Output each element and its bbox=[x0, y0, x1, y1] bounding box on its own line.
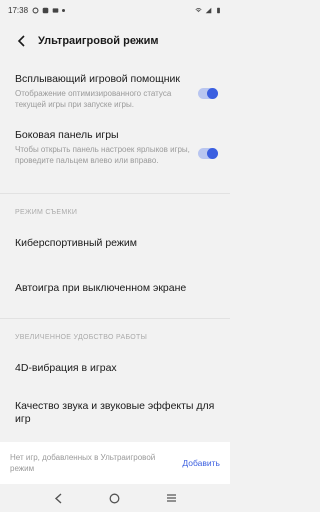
app-icon bbox=[42, 7, 49, 13]
nav-recents-button[interactable] bbox=[162, 488, 182, 508]
side-panel-title: Боковая панель игры bbox=[15, 129, 119, 141]
page-title: Ультраигровой режим bbox=[38, 35, 159, 47]
floating-assistant-toggle[interactable] bbox=[198, 88, 218, 99]
chevron-left-icon bbox=[17, 35, 25, 47]
menu-lines-icon bbox=[167, 494, 177, 502]
toggle-knob bbox=[207, 88, 218, 99]
floating-assistant-title: Всплывающий игровой помощник bbox=[15, 73, 181, 85]
back-button[interactable] bbox=[12, 31, 32, 51]
status-left: 17:38 bbox=[8, 5, 66, 15]
status-right bbox=[195, 7, 222, 14]
more-notifications-icon bbox=[62, 8, 66, 12]
esports-mode-item[interactable]: Киберспортивный режим bbox=[15, 237, 215, 250]
wifi-icon bbox=[195, 7, 202, 12]
side-panel-subtitle: Чтобы открыть панель настроек ярлыков иг… bbox=[15, 145, 190, 165]
home-circle-icon bbox=[110, 493, 120, 503]
mail-icon bbox=[52, 7, 59, 13]
battery-icon bbox=[217, 7, 220, 13]
sound-quality-label: Качество звука и звуковые эффекты для иг… bbox=[15, 400, 215, 425]
navigation-bar bbox=[0, 484, 230, 512]
signal-icon bbox=[205, 7, 212, 13]
toggle-knob bbox=[207, 148, 218, 159]
divider bbox=[0, 193, 230, 194]
divider bbox=[0, 318, 230, 319]
settings-icon bbox=[32, 7, 39, 13]
vibration-4d-label: 4D-вибрация в играх bbox=[15, 362, 117, 374]
back-triangle-icon bbox=[54, 492, 62, 504]
add-games-button[interactable]: Добавить bbox=[182, 458, 220, 468]
header: Ультраигровой режим bbox=[0, 28, 230, 54]
floating-assistant-setting[interactable]: Всплывающий игровой помощник Отображение… bbox=[15, 73, 215, 110]
status-bar: 17:38 bbox=[0, 0, 230, 20]
side-panel-toggle[interactable] bbox=[198, 148, 218, 159]
nav-home-button[interactable] bbox=[105, 488, 125, 508]
no-games-text: Нет игр, добавленных в Ультраигровой реж… bbox=[10, 453, 156, 473]
autoplay-screen-off-label: Автоигра при выключенном экране bbox=[15, 282, 187, 294]
section-label-shooting: РЕЖИМ СЪЕМКИ bbox=[15, 209, 78, 216]
nav-back-button[interactable] bbox=[48, 488, 68, 508]
sound-quality-item[interactable]: Качество звука и звуковые эффекты для иг… bbox=[15, 400, 215, 426]
floating-assistant-subtitle: Отображение оптимизированного статуса те… bbox=[15, 89, 172, 109]
notification-icons bbox=[32, 7, 66, 14]
vibration-4d-item[interactable]: 4D-вибрация в играх bbox=[15, 362, 215, 375]
esports-mode-label: Киберспортивный режим bbox=[15, 237, 137, 249]
autoplay-screen-off-item[interactable]: Автоигра при выключенном экране bbox=[15, 282, 215, 295]
no-games-banner: Нет игр, добавленных в Ультраигровой реж… bbox=[0, 442, 230, 484]
section-label-comfort: УВЕЛИЧЕННОЕ УДОБСТВО РАБОТЫ bbox=[15, 334, 148, 341]
side-panel-setting[interactable]: Боковая панель игры Чтобы открыть панель… bbox=[15, 129, 215, 166]
status-time: 17:38 bbox=[8, 5, 29, 15]
